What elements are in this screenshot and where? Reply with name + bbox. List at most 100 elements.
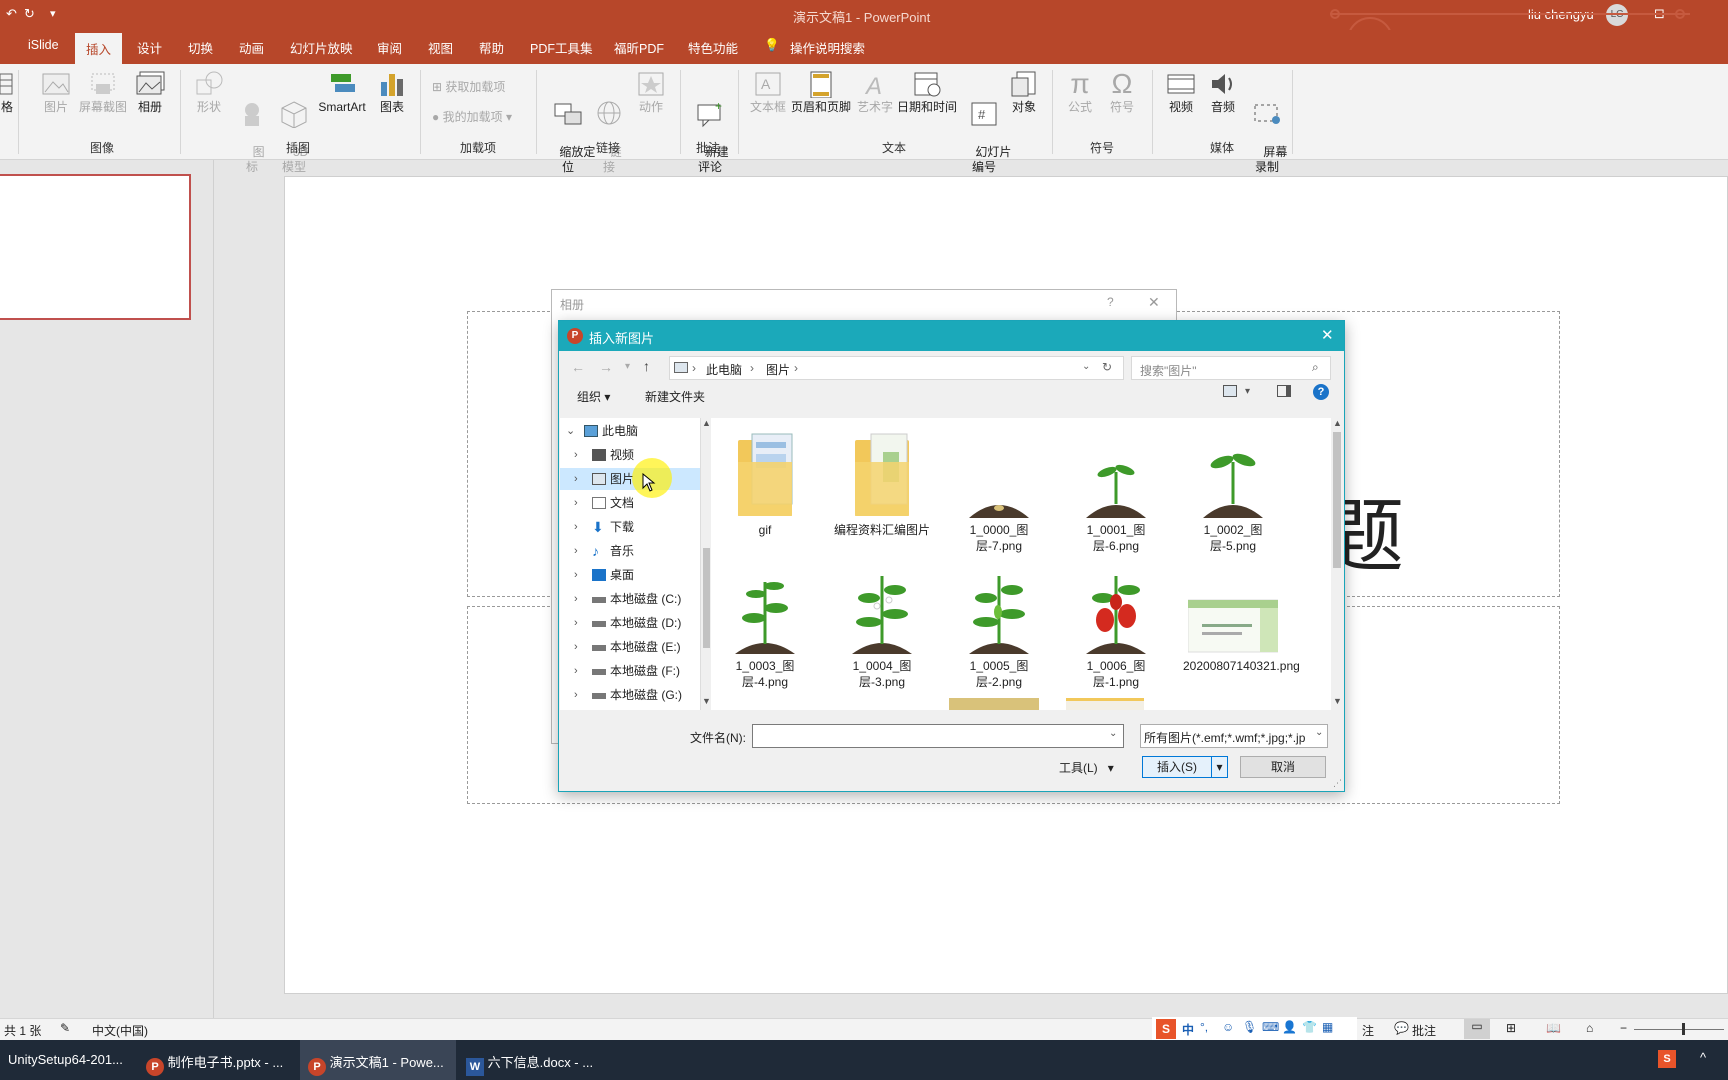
view-dropdown-icon[interactable]: ▾	[1245, 386, 1250, 397]
tab-review[interactable]: 审阅	[377, 38, 402, 57]
zoom-out-icon[interactable]: −	[1620, 1021, 1627, 1035]
tab-help[interactable]: 帮助	[479, 38, 504, 57]
address-bar[interactable]: › 此电脑 › 图片 › ⌄ ↻	[669, 356, 1124, 380]
new-comment-button[interactable]: + 新建 评论	[690, 70, 730, 190]
taskbar-item-ebook-pptx[interactable]: P 制作电子书.pptx - ...	[138, 1040, 298, 1080]
resize-grip-icon[interactable]: ⋰	[1333, 778, 1342, 789]
screen-recording-button[interactable]: 屏幕 录制	[1250, 70, 1287, 190]
slide-thumbnail[interactable]	[0, 174, 191, 320]
normal-view-icon[interactable]: ▭	[1464, 1019, 1490, 1039]
tab-special[interactable]: 特色功能	[688, 38, 738, 57]
comment-icon[interactable]: 💬	[1394, 1021, 1409, 1035]
close-icon[interactable]: ✕	[1321, 326, 1334, 344]
tree-item-desktop[interactable]: › 桌面	[560, 564, 700, 586]
tree-scrollbar[interactable]: ▲ ▼	[700, 418, 711, 710]
equation-button[interactable]: π 公式	[1064, 70, 1096, 115]
slideshow-icon[interactable]: ⌂	[1586, 1021, 1593, 1035]
user-icon[interactable]: 👤	[1282, 1020, 1297, 1034]
link-button[interactable]: 链 接	[594, 70, 624, 190]
video-button[interactable]: 视频	[1164, 70, 1198, 115]
tab-slideshow[interactable]: 幻灯片放映	[290, 38, 353, 57]
help-icon[interactable]: ?	[1313, 384, 1329, 400]
tree-item-videos[interactable]: › 视频	[560, 444, 700, 466]
tell-me-search[interactable]: 操作说明搜索	[790, 38, 865, 57]
slide-number-button[interactable]: # 幻灯片 编号	[962, 70, 1011, 190]
file-list-scrollbar[interactable]: ▲ ▼	[1331, 418, 1343, 710]
tab-animations[interactable]: 动画	[239, 38, 264, 57]
language-indicator[interactable]: 中文(中国)	[92, 1022, 148, 1039]
album-button[interactable]: 相册	[130, 70, 170, 115]
spell-check-icon[interactable]: ✎	[60, 1021, 70, 1035]
file-type-select[interactable]: 所有图片(*.emf;*.wmf;*.jpg;*.jp ⌄	[1140, 724, 1328, 748]
textbox-button[interactable]: A 文本框	[748, 70, 788, 115]
preview-pane-icon[interactable]	[1277, 385, 1291, 397]
new-folder-button[interactable]: 新建文件夹	[645, 388, 705, 405]
refresh-icon[interactable]: ↻	[1102, 360, 1112, 374]
change-view-icon[interactable]	[1223, 385, 1237, 397]
scrollbar-thumb[interactable]	[1333, 432, 1341, 568]
taskbar-item-presentation1[interactable]: P 演示文稿1 - Powe...	[300, 1040, 456, 1080]
tree-item-documents[interactable]: › 文档	[560, 492, 700, 514]
tree-item-drive-e[interactable]: › 本地磁盘 (E:)	[560, 636, 700, 658]
file-item[interactable]: gif	[715, 432, 815, 538]
tools-menu[interactable]: 工具(L) ▾	[1059, 759, 1114, 776]
file-item[interactable]: 编程资料汇编图片	[832, 432, 932, 538]
tab-transitions[interactable]: 切换	[188, 38, 213, 57]
tab-view[interactable]: 视图	[428, 38, 453, 57]
tree-item-music[interactable]: › ♪ 音乐	[560, 540, 700, 562]
chart-button[interactable]: 图表	[376, 70, 408, 115]
3d-models-button[interactable]: 3D 模型	[277, 70, 311, 190]
help-icon[interactable]: ?	[1107, 295, 1114, 309]
zoom-slider-thumb[interactable]	[1682, 1023, 1685, 1035]
microphone-icon[interactable]: 🎙	[1242, 1020, 1257, 1034]
tree-item-downloads[interactable]: › ⬇ 下载	[560, 516, 700, 538]
organize-menu[interactable]: 组织 ▾	[577, 388, 610, 405]
file-item-partial[interactable]	[1066, 698, 1144, 710]
undo-icon[interactable]: ↶	[6, 6, 17, 22]
up-arrow-icon[interactable]: ↑	[643, 358, 650, 374]
tree-item-drive-c[interactable]: › 本地磁盘 (C:)	[560, 588, 700, 610]
file-item[interactable]: 1_0004_图层-3.png	[832, 568, 932, 690]
recent-locations-icon[interactable]: ▾	[625, 361, 630, 372]
sogou-ime-icon[interactable]: S	[1156, 1019, 1176, 1039]
icons-button[interactable]: 图 标	[236, 70, 268, 190]
tree-item-drive-g[interactable]: › 本地磁盘 (G:)	[560, 684, 700, 706]
tree-item-drive-f[interactable]: › 本地磁盘 (F:)	[560, 660, 700, 682]
taskbar-item-word-doc[interactable]: W 六下信息.docx - ...	[458, 1040, 608, 1080]
file-item[interactable]: 1_0001_图层-6.png	[1066, 432, 1166, 554]
date-time-button[interactable]: 日期和时间	[896, 70, 958, 115]
tab-insert[interactable]: 插入	[75, 33, 123, 64]
close-icon[interactable]: ✕	[1148, 294, 1160, 311]
table-button[interactable]: 格	[0, 70, 14, 115]
picture-button[interactable]: 图片	[36, 70, 76, 115]
tab-islide[interactable]: iSlide	[28, 38, 59, 52]
skin-icon[interactable]: 👕	[1302, 1020, 1317, 1034]
taskbar-item-unity[interactable]: UnitySetup64-201...	[0, 1040, 136, 1080]
insert-dropdown-icon[interactable]: ▾	[1211, 757, 1227, 777]
address-dropdown-icon[interactable]: ⌄	[1082, 361, 1090, 372]
filename-input[interactable]: ⌄	[752, 724, 1124, 748]
notes-button[interactable]: 注	[1362, 1022, 1374, 1039]
wordart-button[interactable]: A 艺术字	[856, 70, 894, 115]
reading-view-icon[interactable]: 📖	[1546, 1021, 1561, 1035]
header-footer-button[interactable]: 页眉和页脚	[790, 70, 852, 115]
breadcrumb-pictures[interactable]: 图片	[766, 361, 790, 378]
file-item[interactable]: 1_0006_图层-1.png	[1066, 568, 1166, 690]
file-item[interactable]: 1_0002_图层-5.png	[1183, 432, 1283, 554]
zoom-button[interactable]: 缩放定 位	[546, 70, 595, 190]
emoji-icon[interactable]: ☺	[1222, 1020, 1234, 1034]
scroll-up-icon[interactable]: ▲	[702, 418, 711, 428]
zoom-slider[interactable]	[1634, 1029, 1724, 1030]
forward-arrow-icon[interactable]: →	[599, 359, 613, 375]
comments-button[interactable]: 批注	[1412, 1022, 1436, 1039]
toolbox-icon[interactable]: ▦	[1322, 1020, 1333, 1034]
get-addins-button[interactable]: ⊞ 获取加载项	[432, 78, 505, 95]
ime-mode-indicator[interactable]: 中	[1182, 1021, 1194, 1038]
tray-overflow-icon[interactable]: ^	[1700, 1050, 1706, 1065]
tab-design[interactable]: 设计	[137, 38, 162, 57]
file-item[interactable]: 1_0005_图层-2.png	[949, 568, 1049, 690]
smartart-button[interactable]: SmartArt	[314, 70, 370, 115]
file-item[interactable]: 1_0003_图层-4.png	[715, 568, 815, 690]
file-item-partial[interactable]	[949, 698, 1039, 710]
object-button[interactable]: 对象	[1008, 70, 1040, 115]
